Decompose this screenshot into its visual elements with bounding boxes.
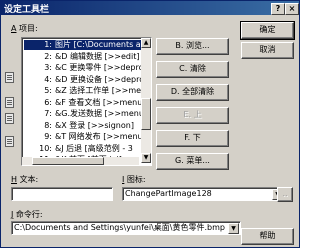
icon-select[interactable]: ChangePartImage128 ▼ <box>122 187 285 201</box>
list-item-number: 10: <box>39 143 52 153</box>
icon-field-label: I 图标: <box>122 175 146 184</box>
horizontal-scrollbar[interactable] <box>22 157 139 165</box>
chevron-down-icon[interactable]: ▼ <box>228 223 239 234</box>
clear-button[interactable]: C. 清除 <box>156 61 229 78</box>
list-item-text: &C 更换零件 [>>deprodt <box>55 63 141 72</box>
scroll-up-icon[interactable]: ▲ <box>141 38 151 48</box>
list-item[interactable]: 8: &X 登录 [>>signon] <box>24 121 141 131</box>
move-down-button[interactable]: F. 下 <box>156 130 229 147</box>
list-item-text: &F 查看文档 [>>menu] <box>55 97 141 107</box>
list-item[interactable]: 4: &D 更换设备 [>>deprod <box>24 75 141 85</box>
list-item-text: &T 网络发布 [>>menu] <box>55 132 141 141</box>
list-item-text: &D 编辑数据 [>>edit] <box>55 51 140 61</box>
icon-select-value: ChangePartImage128 <box>125 189 212 198</box>
help-button[interactable]: 帮助 <box>241 228 294 245</box>
document-icon <box>5 113 14 124</box>
list-label: A 项目: <box>11 24 38 33</box>
help-icon[interactable]: ? <box>271 3 285 15</box>
list-item-number: 3: <box>44 63 52 72</box>
document-icon <box>5 97 14 108</box>
list-item-text: &D 更换设备 [>>deprod <box>55 74 141 84</box>
list-item-number: 8: <box>44 120 52 130</box>
title-bar[interactable]: 设定工具栏 ? × <box>1 1 299 15</box>
move-up-button[interactable]: E. 上 <box>156 107 229 124</box>
command-field-label: J 命令行: <box>11 210 43 219</box>
text-input[interactable] <box>11 187 113 201</box>
list-item-text: &G.发送数据 [>>menu] <box>55 109 141 118</box>
list-item[interactable]: 10: &J 后退 [高级范例 - 3 <box>24 144 141 154</box>
list-item-number: 7: <box>44 109 52 118</box>
list-item[interactable]: 9: &T 网络发布 [>>menu] <box>24 132 141 142</box>
command-line-input[interactable]: C:\Documents and Settings\yunfei\桌面\黄色零件… <box>11 221 241 235</box>
menu-button[interactable]: G. 菜单... <box>156 153 229 170</box>
text-field-label: H 文本: <box>11 175 39 184</box>
list-item-number: 6: <box>44 97 52 107</box>
list-item-number: 1: <box>44 40 52 49</box>
list-item[interactable]: 2: &D 编辑数据 [>>edit] <box>24 52 141 62</box>
ok-button[interactable]: 确定 <box>240 21 295 40</box>
toolbar-items-list[interactable]: 1:图片 [C:\Documents and2:&D 编辑数据 [>>edit]… <box>21 37 152 166</box>
list-item-text: &J 后退 [高级范例 - 3 <box>55 143 133 153</box>
vertical-scrollbar[interactable]: ▲ ▼ <box>141 38 151 163</box>
list-item-number: 2: <box>44 51 52 61</box>
icon-browse-button[interactable]: .. <box>277 187 293 202</box>
list-item[interactable]: 1:图片 [C:\Documents and <box>24 40 141 50</box>
scroll-thumb[interactable] <box>141 98 151 130</box>
dialog-window: 设定工具栏 ? × A 项目: 1:图片 [C:\Documents and2:… <box>0 0 300 248</box>
close-icon[interactable]: × <box>285 3 299 15</box>
list-item-number: 9: <box>44 132 52 141</box>
clear-all-button[interactable]: D. 全部清除 <box>156 84 229 101</box>
list-item[interactable]: 5:&Z 选择工作单 [>>menu <box>24 86 141 96</box>
document-icon <box>5 136 14 147</box>
list-item-text: &X 登录 [>>signon] <box>55 120 134 130</box>
list-item[interactable]: 3:&C 更换零件 [>>deprodt <box>24 63 141 73</box>
hscroll-thumb[interactable] <box>32 157 104 165</box>
list-item-text: 图片 [C:\Documents and <box>55 40 141 49</box>
cancel-button[interactable]: 取消 <box>241 42 294 59</box>
list-item-text: &Z 选择工作单 [>>menu <box>55 86 141 95</box>
command-line-value: C:\Documents and Settings\yunfei\桌面\黄色零件… <box>14 223 225 232</box>
scroll-down-icon[interactable]: ▼ <box>141 153 151 163</box>
list-item[interactable]: 6: &F 查看文档 [>>menu] <box>24 98 141 108</box>
document-icon <box>5 72 14 83</box>
window-title: 设定工具栏 <box>4 5 50 15</box>
list-item[interactable]: 7: &G.发送数据 [>>menu] <box>24 109 141 119</box>
list-item-number: 4: <box>44 74 52 84</box>
list-item-number: 5: <box>44 86 52 95</box>
browse-button[interactable]: B. 浏览... <box>156 38 229 55</box>
